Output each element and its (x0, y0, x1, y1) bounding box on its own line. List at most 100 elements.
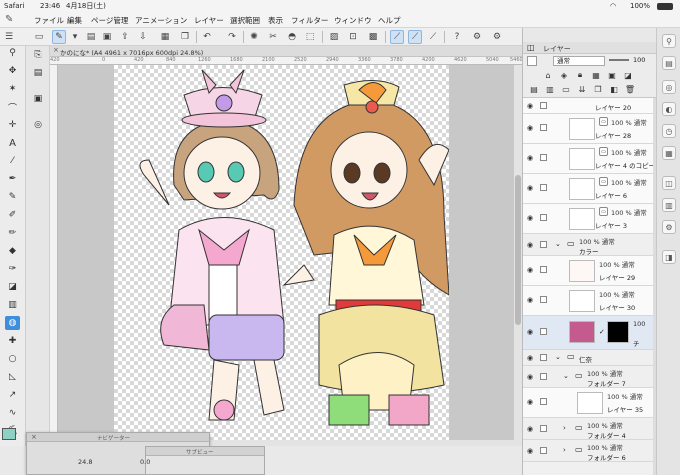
zoom-value[interactable]: 24.8 (78, 458, 92, 466)
palette-color-icon[interactable] (527, 56, 537, 66)
pencil-icon[interactable]: ✎ (5, 190, 20, 204)
color-panel-icon[interactable]: ◐ (662, 102, 676, 116)
layer-check[interactable] (540, 124, 547, 131)
lasso-icon[interactable]: ⌒ (5, 100, 20, 114)
transform-icon[interactable]: ⬚ (303, 30, 317, 44)
visibility-eye-icon[interactable]: ◉ (527, 447, 533, 455)
layer-check[interactable] (540, 328, 547, 335)
eyedropper-icon[interactable]: ⁄ (5, 154, 20, 168)
show-selection-icon[interactable]: ▩ (366, 30, 380, 44)
history-panel-icon[interactable]: ◷ (662, 124, 676, 138)
lock-alpha-icon[interactable]: ▦ (591, 70, 601, 80)
balloon-icon[interactable]: ↗ (5, 388, 20, 402)
airbrush-icon[interactable]: ✏ (5, 226, 20, 240)
layer-check[interactable] (540, 296, 547, 303)
clear-icon[interactable]: ✺ (247, 30, 261, 44)
visibility-eye-icon[interactable]: ◉ (527, 241, 533, 249)
animation-panel-icon[interactable]: ◫ (662, 176, 676, 190)
folder-row[interactable]: ◉ › ▭ 100 % 通常 フォルダー 6 (523, 440, 653, 462)
bucket-icon[interactable]: ◍ (5, 316, 20, 330)
snap-special-icon[interactable]: ⟋ (408, 30, 422, 44)
fill-tool-icon[interactable]: ◪ (5, 280, 20, 294)
menu-help[interactable]: ヘルプ (378, 15, 401, 26)
layer-mask-icon[interactable]: ◧ (609, 84, 619, 94)
scroll-thumb[interactable] (515, 175, 521, 325)
layer-check[interactable] (540, 102, 547, 109)
copy-icon[interactable]: ❐ (178, 30, 192, 44)
menu-filter[interactable]: フィルター (291, 15, 328, 26)
undo-icon[interactable]: ↶ (200, 30, 214, 44)
new-file-icon[interactable]: ▭ (32, 30, 46, 44)
navigator-close-icon[interactable]: × (31, 433, 37, 441)
folder-row[interactable]: ◉ ⌄ ▭ 100 % 通常 フォルダー 7 (523, 366, 653, 388)
rotation-value[interactable]: 0.0 (140, 458, 150, 466)
clip-icon[interactable]: ⌂ (543, 70, 553, 80)
layer-row[interactable]: ◉ ▭ 100 % 通常 レイヤー 4 のコピー (523, 144, 653, 174)
item-bank-icon[interactable]: ◨ (662, 250, 676, 264)
export-icon[interactable]: ⇪ (118, 30, 132, 44)
layer-check[interactable] (540, 241, 547, 248)
menu-file[interactable]: ファイル (34, 15, 64, 26)
mask-icon[interactable]: ▣ (607, 70, 617, 80)
print-icon[interactable]: ▦ (158, 30, 172, 44)
layer-check[interactable] (540, 398, 547, 405)
visibility-eye-icon[interactable]: ◉ (527, 398, 533, 406)
visibility-eye-icon[interactable]: ◉ (527, 373, 533, 381)
fill-icon[interactable]: ◓ (285, 30, 299, 44)
visibility-eye-icon[interactable]: ◉ (527, 354, 533, 362)
blend-mode-select[interactable]: 通常 (553, 56, 605, 66)
duplicate-icon[interactable]: ❐ (593, 84, 603, 94)
layer-check[interactable] (540, 447, 547, 454)
move-icon[interactable]: ✛ (5, 118, 20, 132)
pen-icon[interactable]: ✒ (5, 172, 20, 186)
folder-row[interactable]: ◉ ⌄ ▭ 仁奈 (523, 350, 653, 366)
visibility-eye-icon[interactable]: ◉ (527, 154, 533, 162)
zoom-icon[interactable]: ⚲ (5, 46, 20, 60)
timeline-panel-icon[interactable]: ▥ (662, 198, 676, 212)
opacity-value[interactable]: 100 (633, 56, 645, 64)
folder-expand-icon[interactable]: ⌄ (555, 353, 561, 361)
layer-check[interactable] (540, 266, 547, 273)
redo-icon[interactable]: ↷ (225, 30, 239, 44)
folder-collapse-icon[interactable]: › (563, 446, 566, 454)
folder-row[interactable]: ◉ ⌄ ▭ 100 % 通常 カラー (523, 234, 653, 256)
new-folder-icon[interactable]: ▭ (561, 84, 571, 94)
document-tab[interactable]: × かのにな* (A4 4961 x 7016px 600dpi 24.8%) (50, 46, 522, 57)
visibility-eye-icon[interactable]: ◉ (527, 124, 533, 132)
ruler-icon[interactable]: ◪ (623, 70, 633, 80)
folder-row[interactable]: ◉ › ▭ 100 % 通常 フォルダー 4 (523, 418, 653, 440)
menu-page[interactable]: ページ管理 (91, 15, 128, 26)
cut-icon[interactable]: ✂ (266, 30, 280, 44)
pen-select-icon[interactable]: ✎ (52, 30, 66, 44)
snap-ruler-icon[interactable]: ⟋ (390, 30, 404, 44)
menu-view[interactable]: 表示 (268, 15, 283, 26)
sub-tool-layer-icon[interactable]: ▤ (31, 66, 45, 80)
menu-edit[interactable]: 編集 (67, 15, 82, 26)
layer-row[interactable]: ◉ 100 % 通常 レイヤー 35 (523, 388, 653, 418)
navigator-titlebar[interactable]: × ナビゲーター (27, 433, 209, 442)
main-color-swatch[interactable] (2, 428, 16, 440)
menu-animation[interactable]: アニメーション (135, 15, 187, 26)
sub-tool-copy-icon[interactable]: ⎘ (31, 48, 45, 62)
layer-row[interactable]: ◉ ▭ 100 % 通常 レイヤー 28 (523, 114, 653, 144)
delete-layer-icon[interactable]: 🗑︎ (625, 84, 635, 94)
dropdown-icon[interactable]: ▾ (68, 30, 82, 44)
import-icon[interactable]: ⇩ (136, 30, 150, 44)
layer-row[interactable]: ◉ 100 % 通常 レイヤー 30 (523, 286, 653, 316)
layer-row-selected[interactable]: ◉ ✓ 100 チ (523, 316, 653, 350)
layer-row[interactable]: ◉ ▭ 100 % 通常 レイヤー 3 (523, 204, 653, 234)
layer-row[interactable]: ◉ ▭ 100 % 通常 レイヤー 6 (523, 174, 653, 204)
visibility-eye-icon[interactable]: ◉ (527, 214, 533, 222)
text-icon[interactable]: A (5, 136, 20, 150)
auto-action-icon[interactable]: ⚙ (662, 220, 676, 234)
menu-window[interactable]: ウィンドウ (334, 15, 372, 26)
layer-property-icon[interactable]: ◎ (662, 80, 676, 94)
layer-check[interactable] (540, 184, 547, 191)
layer-check[interactable] (540, 373, 547, 380)
close-tab-icon[interactable]: × (53, 46, 59, 54)
canvas-paper[interactable] (114, 65, 450, 440)
preferences-icon[interactable]: ⚙ (490, 30, 504, 44)
help-icon[interactable]: ? (450, 30, 464, 44)
app-menu-icon[interactable]: ✎ (5, 14, 13, 25)
subview-titlebar[interactable]: サブビュー (146, 447, 264, 456)
